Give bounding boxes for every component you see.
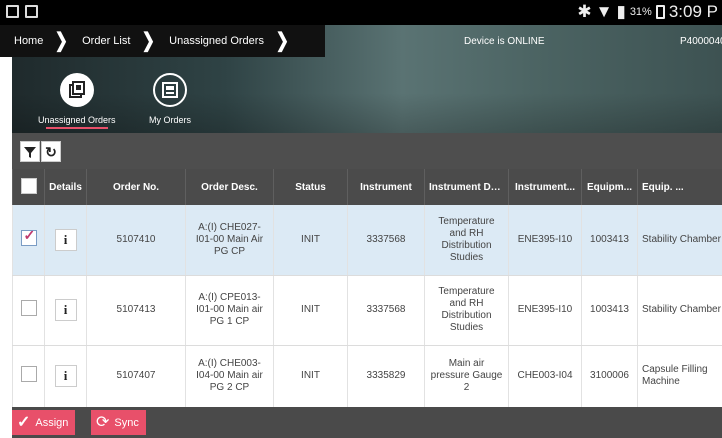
sync-button[interactable]: ⟳ Sync bbox=[91, 410, 146, 435]
tab-unassigned-orders[interactable]: Unassigned Orders bbox=[38, 73, 116, 129]
column-header[interactable]: Order No. bbox=[86, 169, 186, 205]
column-header[interactable]: Instrument bbox=[347, 169, 425, 205]
header-banner: Home ❯ Order List ❯ Unassigned Orders ❯ … bbox=[0, 25, 722, 133]
action-bar: ✓ Assign ⟳ Sync bbox=[12, 407, 722, 438]
tab-my-orders[interactable]: My Orders bbox=[149, 73, 191, 125]
breadcrumb: Home ❯ Order List ❯ Unassigned Orders ❯ bbox=[0, 25, 325, 57]
battery-percent: 31% bbox=[629, 6, 652, 18]
order-no-cell: 5107407 bbox=[86, 345, 186, 408]
active-tab-indicator bbox=[45, 127, 108, 129]
select-cell bbox=[12, 205, 45, 276]
sync-icon: ⟳ bbox=[96, 413, 110, 431]
status-bar: ✱ ▼ ▮ 31% 3:09 P bbox=[0, 0, 722, 25]
connection-status: Device is ONLINE bbox=[464, 36, 545, 47]
status-cell: INIT bbox=[273, 275, 348, 346]
wifi-icon: ▼ bbox=[595, 2, 613, 21]
details-cell: i bbox=[44, 275, 87, 346]
column-header[interactable]: Instrument... bbox=[508, 169, 582, 205]
details-cell: i bbox=[44, 345, 87, 408]
order-desc-cell: A:(I) CPE013-I01-00 Main air PG 1 CP bbox=[185, 275, 274, 346]
column-header[interactable]: Equipm... bbox=[581, 169, 638, 205]
equipment-cell: 1003413 bbox=[581, 275, 638, 346]
chevron-right-icon: ❯ bbox=[275, 30, 290, 52]
column-header[interactable]: Equip. ... bbox=[637, 169, 722, 205]
instrument-id-cell: ENE395-I10 bbox=[508, 275, 582, 346]
breadcrumb-order-list[interactable]: Order List bbox=[82, 35, 130, 47]
refresh-button[interactable]: ↻ bbox=[41, 141, 61, 162]
chevron-right-icon: ❯ bbox=[142, 30, 156, 52]
table-header: Details Order No. Order Desc. Status Ins… bbox=[12, 169, 722, 205]
details-cell: i bbox=[44, 205, 87, 276]
order-no-cell: 5107413 bbox=[86, 275, 186, 346]
column-header[interactable]: Instrument De... bbox=[424, 169, 509, 205]
orders-icon bbox=[59, 73, 94, 107]
tab-label: Unassigned Orders bbox=[38, 115, 116, 125]
tab-label: My Orders bbox=[149, 115, 192, 125]
filter-button[interactable] bbox=[20, 141, 40, 162]
order-desc-cell: A:(I) CHE027-I01-00 Main Air PG CP bbox=[185, 205, 274, 276]
gallery-notification-icon bbox=[6, 5, 19, 18]
table-row[interactable]: i 5107407 A:(I) CHE003-I04-00 Main air P… bbox=[12, 345, 722, 408]
info-button[interactable]: i bbox=[54, 228, 77, 251]
assign-label: Assign bbox=[35, 416, 69, 429]
sync-label: Sync bbox=[114, 416, 139, 429]
filter-icon bbox=[24, 146, 36, 158]
info-button[interactable]: i bbox=[54, 299, 77, 321]
file-notification-icon bbox=[25, 5, 38, 18]
select-cell bbox=[12, 345, 45, 408]
refresh-icon: ↻ bbox=[45, 143, 57, 160]
breadcrumb-unassigned-orders[interactable]: Unassigned Orders bbox=[169, 35, 264, 47]
equipment-cell: 3100006 bbox=[581, 345, 638, 408]
instrument-id-cell: CHE003-I04 bbox=[508, 345, 582, 408]
instrument-cell: 3337568 bbox=[347, 275, 425, 346]
checkmark-icon: ✓ bbox=[17, 413, 31, 431]
chevron-right-icon: ❯ bbox=[55, 30, 69, 52]
app-screen: ✱ ▼ ▮ 31% 3:09 P Home ❯ Order List ❯ Una… bbox=[0, 0, 722, 438]
status-cell: INIT bbox=[273, 345, 348, 408]
status-cell: INIT bbox=[273, 205, 348, 276]
equip-desc-cell: Capsule Filling Machine bbox=[637, 345, 722, 408]
table-row[interactable]: i 5107413 A:(I) CPE013-I01-00 Main air P… bbox=[12, 275, 722, 346]
select-all-cell bbox=[12, 169, 45, 205]
signal-icon: ▮ bbox=[616, 2, 626, 21]
row-checkbox[interactable] bbox=[20, 300, 37, 316]
table-toolbar: ↻ bbox=[12, 133, 722, 169]
bluetooth-icon: ✱ bbox=[577, 2, 592, 21]
column-header[interactable]: Status bbox=[273, 169, 348, 205]
column-header[interactable]: Details bbox=[44, 169, 87, 205]
my-orders-icon bbox=[153, 73, 187, 107]
select-all-checkbox[interactable] bbox=[20, 177, 37, 194]
column-header[interactable]: Order Desc. bbox=[185, 169, 274, 205]
row-checkbox[interactable] bbox=[20, 366, 37, 382]
user-id: P40000404 ↻ bbox=[680, 36, 722, 47]
info-button[interactable]: i bbox=[54, 365, 77, 387]
instrument-cell: 3335829 bbox=[347, 345, 425, 408]
instrument-cell: 3337568 bbox=[347, 205, 425, 276]
instrument-desc-cell: Main air pressure Gauge 2 bbox=[424, 345, 509, 408]
instrument-id-cell: ENE395-I10 bbox=[508, 205, 582, 276]
equip-desc-cell: Stability Chamber bbox=[637, 205, 722, 276]
instrument-desc-cell: Temperature and RH Distribution Studies bbox=[424, 275, 509, 346]
select-cell bbox=[12, 275, 45, 346]
battery-icon bbox=[655, 5, 665, 19]
clock: 3:09 P bbox=[668, 2, 718, 21]
order-no-cell: 5107410 bbox=[86, 205, 186, 276]
breadcrumb-home[interactable]: Home bbox=[14, 35, 43, 47]
table-row[interactable]: i 5107410 A:(I) CHE027-I01-00 Main Air P… bbox=[12, 205, 722, 276]
instrument-desc-cell: Temperature and RH Distribution Studies bbox=[424, 205, 509, 276]
equip-desc-cell: Stability Chamber bbox=[637, 275, 722, 346]
assign-button[interactable]: ✓ Assign bbox=[12, 410, 76, 435]
order-desc-cell: A:(I) CHE003-I04-00 Main air PG 2 CP bbox=[185, 345, 274, 408]
row-checkbox[interactable] bbox=[20, 229, 37, 246]
orders-table: Details Order No. Order Desc. Status Ins… bbox=[12, 169, 722, 408]
equipment-cell: 1003413 bbox=[581, 205, 638, 276]
user-id-text: P40000404 bbox=[680, 36, 722, 47]
